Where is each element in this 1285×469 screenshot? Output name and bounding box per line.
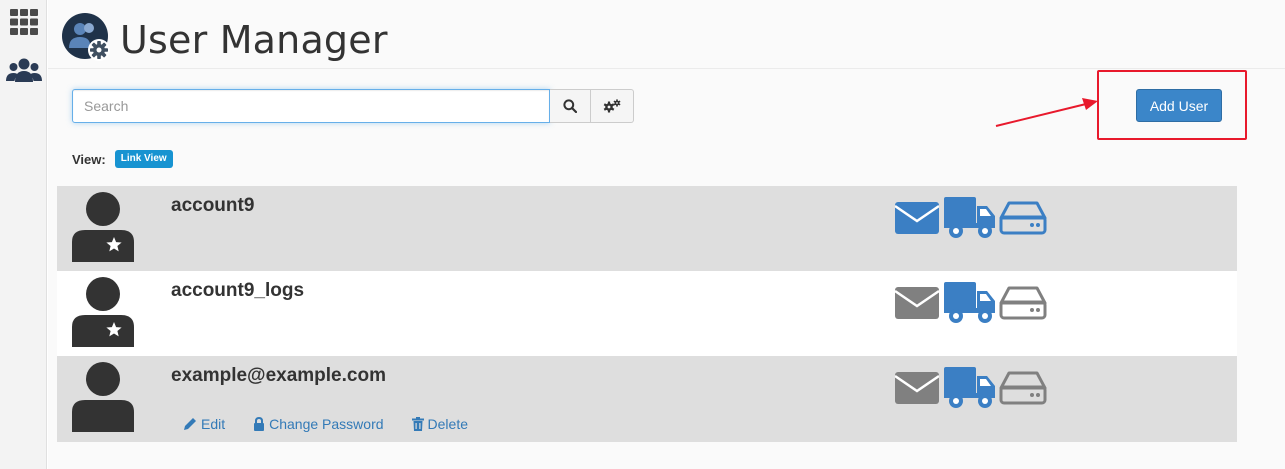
edit-link[interactable]: Edit xyxy=(183,416,225,432)
webdisk-service-toggle[interactable] xyxy=(999,371,1047,405)
email-service-toggle[interactable] xyxy=(895,287,939,319)
user-manager-logo xyxy=(62,13,110,61)
search-icon xyxy=(563,99,577,113)
hdd-icon xyxy=(999,371,1047,405)
search-input[interactable] xyxy=(72,89,550,123)
delete-label: Delete xyxy=(427,416,468,432)
change-password-label: Change Password xyxy=(269,416,384,432)
user-avatar-icon xyxy=(72,192,134,262)
hdd-icon xyxy=(999,286,1047,320)
webdisk-service-toggle[interactable] xyxy=(999,201,1047,235)
user-avatar-icon xyxy=(72,362,134,432)
email-service-toggle[interactable] xyxy=(895,202,939,234)
gears-icon xyxy=(603,99,621,113)
user-services xyxy=(895,281,1047,325)
ftp-service-toggle[interactable] xyxy=(944,197,996,239)
delete-link[interactable]: Delete xyxy=(411,416,468,432)
user-list: account9 account9_logs example@example.c… xyxy=(57,186,1237,442)
search-options-button[interactable] xyxy=(591,89,634,123)
envelope-icon xyxy=(895,202,939,234)
email-service-toggle[interactable] xyxy=(895,372,939,404)
view-label: View: xyxy=(72,151,106,167)
ftp-service-toggle[interactable] xyxy=(944,282,996,324)
search-bar xyxy=(72,89,634,123)
user-services xyxy=(895,366,1047,410)
view-selector: View: Link View xyxy=(72,150,173,168)
user-services xyxy=(895,196,1047,240)
lock-icon xyxy=(254,417,265,431)
page-header: User Manager xyxy=(48,0,1285,69)
user-row[interactable]: example@example.com Edit Change Password… xyxy=(57,356,1237,442)
ftp-service-toggle[interactable] xyxy=(944,367,996,409)
page-title: User Manager xyxy=(120,18,388,62)
user-name: account9 xyxy=(171,195,255,216)
user-name: account9_logs xyxy=(171,280,305,301)
users-nav-button[interactable] xyxy=(6,53,42,87)
search-button[interactable] xyxy=(550,89,591,123)
hdd-icon xyxy=(999,201,1047,235)
users-icon xyxy=(6,58,42,82)
grid-icon xyxy=(10,9,38,35)
truck-icon xyxy=(944,367,995,408)
add-user-button[interactable]: Add User xyxy=(1136,89,1222,122)
user-name: example@example.com xyxy=(171,365,386,386)
envelope-icon xyxy=(895,287,939,319)
arrow-icon xyxy=(995,98,1098,127)
main-content: User Manager Search Add User View: Link … xyxy=(48,0,1285,469)
user-row[interactable]: account9 xyxy=(57,186,1237,271)
view-mode-badge[interactable]: Link View xyxy=(114,150,173,168)
row-actions: Edit Change Password Delete xyxy=(183,416,496,432)
envelope-icon xyxy=(895,372,939,404)
pencil-icon xyxy=(184,418,196,430)
trash-icon xyxy=(411,417,424,431)
user-row[interactable]: account9_logs xyxy=(57,271,1237,356)
change-password-link[interactable]: Change Password xyxy=(253,416,384,432)
user-avatar-icon xyxy=(72,277,134,347)
truck-icon xyxy=(944,282,995,323)
sidebar xyxy=(0,0,47,469)
truck-icon xyxy=(944,197,995,238)
webdisk-service-toggle[interactable] xyxy=(999,286,1047,320)
apps-grid-button[interactable] xyxy=(6,5,42,39)
edit-label: Edit xyxy=(201,416,226,432)
